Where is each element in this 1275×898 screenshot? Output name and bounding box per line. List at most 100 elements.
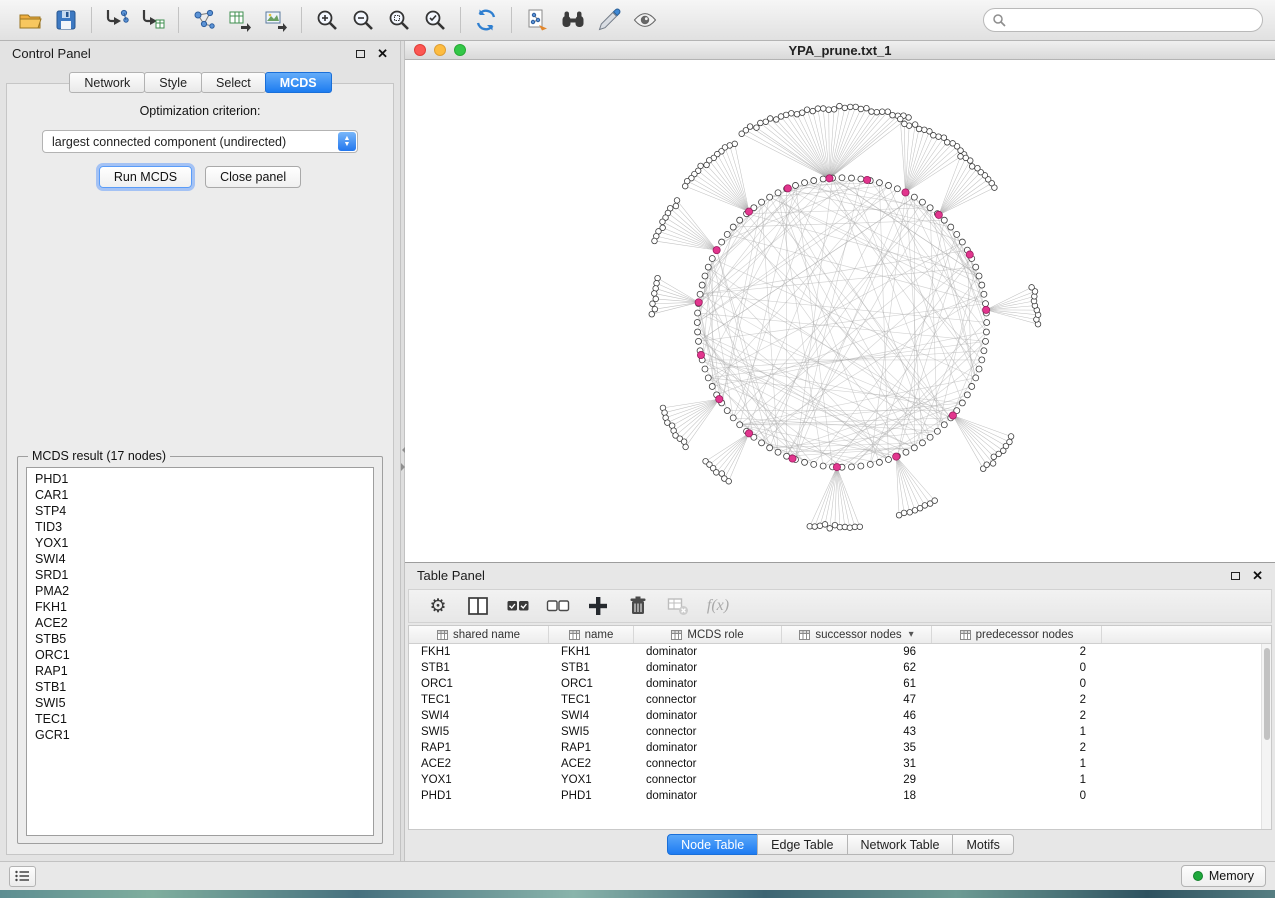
mcds-result-list[interactable]: PHD1CAR1STP4TID3YOX1SWI4SRD1PMA2FKH1ACE2… (26, 467, 374, 836)
mcds-result-item[interactable]: TEC1 (27, 711, 373, 727)
table-scrollbar[interactable] (1261, 644, 1271, 829)
mcds-result-item[interactable]: STP4 (27, 503, 373, 519)
close-panel-icon[interactable]: ✕ (377, 47, 388, 60)
table-cell: 2 (932, 708, 1102, 724)
mcds-result-item[interactable]: FKH1 (27, 599, 373, 615)
export-table-button[interactable] (222, 5, 258, 36)
run-mcds-button[interactable]: Run MCDS (99, 166, 192, 188)
column-header-MCDS-role[interactable]: MCDS role (634, 626, 782, 643)
table-row[interactable]: FKH1FKH1dominator962 (409, 644, 1261, 660)
close-window-icon[interactable] (414, 44, 426, 56)
zoom-in-button[interactable] (309, 5, 345, 36)
memory-button[interactable]: Memory (1181, 865, 1266, 887)
column-header-name[interactable]: name (549, 626, 634, 643)
apply-preferred-layout-button[interactable] (468, 5, 504, 36)
mcds-result-item[interactable]: SWI5 (27, 695, 373, 711)
close-table-panel-icon[interactable]: ✕ (1252, 569, 1263, 582)
table-panel-title: Table Panel (417, 568, 485, 583)
memory-status-icon (1193, 871, 1203, 881)
table-row[interactable]: PHD1PHD1dominator180 (409, 788, 1261, 804)
table-row[interactable]: SWI5SWI5connector431 (409, 724, 1261, 740)
mcds-result-item[interactable]: STB5 (27, 631, 373, 647)
tab-select[interactable]: Select (201, 72, 266, 93)
mcds-result-item[interactable]: ORC1 (27, 647, 373, 663)
tab-node-table[interactable]: Node Table (667, 834, 758, 855)
maximize-window-icon[interactable] (454, 44, 466, 56)
tab-edge-table[interactable]: Edge Table (757, 834, 847, 855)
column-header-predecessor-nodes[interactable]: predecessor nodes (932, 626, 1102, 643)
column-header-successor-nodes[interactable]: successor nodes▾ (782, 626, 932, 643)
minimize-window-icon[interactable] (434, 44, 446, 56)
mcds-result-item[interactable]: SWI4 (27, 551, 373, 567)
open-session-button[interactable] (12, 5, 48, 36)
add-row-button[interactable] (583, 592, 613, 620)
zoom-selected-button[interactable] (417, 5, 453, 36)
zoom-selected-icon (422, 7, 448, 33)
criterion-dropdown[interactable]: largest connected component (undirected)… (42, 130, 358, 153)
import-network-from-file-button[interactable] (99, 5, 135, 36)
column-header-shared-name[interactable]: shared name (409, 626, 549, 643)
save-session-icon (53, 7, 79, 33)
column-view-button[interactable] (463, 592, 493, 620)
import-table-from-file-icon (140, 7, 166, 33)
mcds-result-item[interactable]: TID3 (27, 519, 373, 535)
scrollbar-thumb[interactable] (1264, 648, 1270, 740)
select-all-button[interactable] (503, 592, 533, 620)
search-box[interactable] (983, 8, 1263, 32)
mcds-result-item[interactable]: PHD1 (27, 471, 373, 487)
tab-network[interactable]: Network (69, 72, 145, 93)
table-panel-header: Table Panel ✕ (405, 563, 1275, 588)
zoom-fit-button[interactable] (381, 5, 417, 36)
optimization-criterion-label: Optimization criterion: (7, 104, 393, 118)
find-button[interactable] (555, 5, 591, 36)
table-cell: STB1 (409, 660, 549, 676)
mcds-result-item[interactable]: GCR1 (27, 727, 373, 743)
network-title: YPA_prune.txt_1 (405, 43, 1275, 58)
mcds-result-item[interactable]: SRD1 (27, 567, 373, 583)
mcds-result-item[interactable]: YOX1 (27, 535, 373, 551)
table-row[interactable]: TEC1TEC1connector472 (409, 692, 1261, 708)
table-row[interactable]: ACE2ACE2connector311 (409, 756, 1261, 772)
deselect-all-button[interactable] (543, 592, 573, 620)
close-mcds-panel-button[interactable]: Close panel (205, 166, 301, 188)
float-table-panel-icon[interactable] (1231, 572, 1240, 580)
apply-style-button[interactable] (591, 5, 627, 36)
import-table-from-file-button[interactable] (135, 5, 171, 36)
table-cell: 2 (932, 740, 1102, 756)
mcds-result-item[interactable]: CAR1 (27, 487, 373, 503)
mcds-result-item[interactable]: ACE2 (27, 615, 373, 631)
show-graphics-details-button[interactable] (627, 5, 663, 36)
mcds-result-item[interactable]: RAP1 (27, 663, 373, 679)
table-cell: STB1 (549, 660, 634, 676)
table-row[interactable]: YOX1YOX1connector291 (409, 772, 1261, 788)
zoom-out-button[interactable] (345, 5, 381, 36)
table-cell: 35 (782, 740, 932, 756)
tab-network-table[interactable]: Network Table (847, 834, 954, 855)
table-row[interactable]: ORC1ORC1dominator610 (409, 676, 1261, 692)
table-row[interactable]: STB1STB1dominator620 (409, 660, 1261, 676)
tab-mcds[interactable]: MCDS (265, 72, 332, 93)
new-network-button[interactable] (186, 5, 222, 36)
mcds-result-item[interactable]: PMA2 (27, 583, 373, 599)
search-input[interactable] (1011, 13, 1254, 27)
tab-motifs[interactable]: Motifs (952, 834, 1013, 855)
network-window-titlebar[interactable]: YPA_prune.txt_1 (405, 41, 1275, 60)
network-from-selection-button[interactable] (519, 5, 555, 36)
table-row[interactable]: SWI4SWI4dominator462 (409, 708, 1261, 724)
table-cell: RAP1 (549, 740, 634, 756)
table-cell: 31 (782, 756, 932, 772)
network-canvas[interactable] (405, 60, 1275, 562)
save-session-button[interactable] (48, 5, 84, 36)
export-image-button[interactable] (258, 5, 294, 36)
tab-style[interactable]: Style (144, 72, 202, 93)
table-settings-button[interactable]: ⚙ (423, 592, 453, 620)
table-row[interactable]: RAP1RAP1dominator352 (409, 740, 1261, 756)
network-graph[interactable] (405, 60, 1275, 562)
mcds-result-item[interactable]: STB1 (27, 679, 373, 695)
add-row-icon (585, 593, 611, 619)
table-tabs: Node TableEdge TableNetwork TableMotifs (667, 834, 1013, 855)
delete-row-button[interactable] (623, 592, 653, 620)
table-cell: ORC1 (549, 676, 634, 692)
panel-menu-button[interactable] (9, 866, 36, 887)
float-panel-icon[interactable] (356, 50, 365, 58)
